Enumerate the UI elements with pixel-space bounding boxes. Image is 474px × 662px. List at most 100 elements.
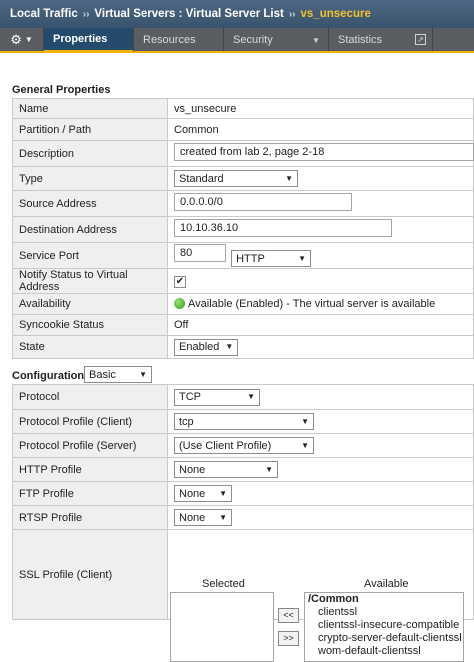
protocol-label: Protocol	[12, 384, 168, 410]
http-profile-value: None	[179, 463, 206, 476]
row-protocol-profile-client: Protocol Profile (Client) tcp ▼	[12, 409, 474, 434]
chevron-down-icon: ▼	[298, 253, 307, 263]
gear-menu-button[interactable]: ⚙ ▼	[0, 28, 44, 51]
chevron-down-icon: ▼	[24, 35, 33, 44]
gear-icon: ⚙	[10, 31, 22, 47]
service-port-select[interactable]: HTTP ▼	[231, 250, 312, 268]
chevron-down-icon: ▼	[219, 512, 227, 522]
state-label: State	[12, 335, 168, 359]
row-http-profile: HTTP Profile None ▼	[12, 457, 474, 482]
external-link-icon: ↗	[415, 34, 426, 45]
configuration-table: Protocol TCP ▼ Protocol Profile (Client) …	[12, 384, 474, 662]
http-profile-label: HTTP Profile	[12, 457, 168, 482]
move-left-button[interactable]: <<	[278, 607, 299, 623]
row-source-address: Source Address 0.0.0.0/0	[12, 190, 474, 217]
row-service-port: Service Port 80 HTTP ▼	[12, 242, 474, 269]
destination-address-input[interactable]: 10.10.36.10	[174, 219, 392, 237]
service-port-select-value: HTTP	[236, 252, 265, 265]
row-name: Name vs_unsecure	[12, 98, 474, 119]
available-status-icon	[174, 298, 185, 309]
state-select[interactable]: Enabled ▼	[174, 338, 238, 356]
row-notify-status: Notify Status to Virtual Address ✔	[12, 268, 474, 294]
tab-resources[interactable]: Resources	[134, 28, 224, 51]
chevron-down-icon: ▼	[301, 440, 309, 450]
breadcrumb-local-traffic[interactable]: Local Traffic	[10, 8, 78, 20]
notify-status-checkbox[interactable]: ✔	[174, 275, 186, 288]
description-label: Description	[12, 140, 168, 167]
row-availability: Availability Available (Enabled) - The v…	[12, 293, 474, 315]
service-port-input[interactable]: 80	[174, 243, 226, 262]
breadcrumb-separator: ››	[82, 8, 90, 20]
rtsp-profile-select[interactable]: None ▼	[174, 509, 232, 526]
notify-status-label: Notify Status to Virtual Address	[12, 268, 168, 294]
rtsp-profile-label: RTSP Profile	[12, 505, 168, 530]
chevron-down-icon: ▼	[285, 173, 293, 183]
name-label: Name	[12, 98, 168, 119]
ftp-profile-value: None	[179, 487, 206, 500]
source-address-input[interactable]: 0.0.0.0/0	[174, 193, 352, 211]
syncookie-label: Syncookie Status	[12, 314, 168, 336]
chevron-down-icon: ▼	[312, 36, 320, 45]
type-select[interactable]: Standard ▼	[174, 170, 298, 187]
breadcrumb-current: vs_unsecure	[300, 8, 371, 20]
breadcrumb: Local Traffic ›› Virtual Servers : Virtu…	[0, 0, 474, 28]
tab-label: Statistics	[338, 33, 383, 46]
type-label: Type	[12, 166, 168, 191]
selected-header: Selected	[202, 577, 245, 590]
available-listbox[interactable]: /Common clientssl clientssl-insecure-com…	[304, 591, 464, 662]
tab-label: Security	[233, 33, 273, 46]
breadcrumb-virtual-server-list[interactable]: Virtual Servers : Virtual Server List	[94, 8, 283, 20]
type-select-value: Standard	[179, 172, 224, 185]
protocol-select-value: TCP	[179, 391, 201, 403]
http-profile-select[interactable]: None ▼	[174, 461, 278, 478]
row-protocol-profile-server: Protocol Profile (Server) (Use Client Pr…	[12, 433, 474, 458]
list-item[interactable]: wom-default-clientssl	[308, 645, 460, 658]
chevron-down-icon: ▼	[265, 464, 273, 474]
availability-value: Available (Enabled) - The virtual server…	[188, 298, 436, 310]
ssl-profile-client-label: SSL Profile (Client)	[12, 529, 168, 620]
chevron-down-icon: ▼	[247, 392, 255, 401]
tab-security[interactable]: Security ▼	[224, 28, 329, 51]
row-ssl-profile-client: SSL Profile (Client) Selected Available …	[12, 529, 474, 662]
row-destination-address: Destination Address 10.10.36.10	[12, 216, 474, 243]
general-properties-title: General Properties	[12, 84, 111, 96]
list-item[interactable]: clientssl-insecure-compatible	[308, 619, 460, 632]
chevron-down-icon: ▼	[139, 369, 147, 379]
row-ftp-profile: FTP Profile None ▼	[12, 481, 474, 506]
configuration-title: Configuration:	[12, 370, 88, 382]
breadcrumb-separator: ››	[288, 8, 296, 20]
tab-properties[interactable]: Properties	[44, 28, 134, 53]
tab-statistics[interactable]: Statistics ↗	[329, 28, 433, 51]
general-properties-table: Name vs_unsecure Partition / Path Common…	[12, 98, 474, 359]
name-value: vs_unsecure	[167, 98, 474, 119]
row-description: Description created from lab 2, page 2-1…	[12, 140, 474, 167]
ftp-profile-select[interactable]: None ▼	[174, 485, 232, 502]
source-address-label: Source Address	[12, 190, 168, 217]
list-item[interactable]: clientssl	[308, 606, 460, 619]
tab-label: Resources	[143, 33, 196, 46]
protocol-profile-client-value: tcp	[179, 415, 194, 428]
list-item[interactable]: crypto-server-default-clientssl	[308, 632, 462, 645]
protocol-profile-client-select[interactable]: tcp ▼	[174, 413, 314, 430]
protocol-profile-client-label: Protocol Profile (Client)	[12, 409, 168, 434]
chevron-down-icon: ▼	[301, 416, 309, 426]
move-right-button[interactable]: >>	[278, 630, 299, 646]
selected-listbox[interactable]	[170, 591, 274, 662]
row-partition: Partition / Path Common	[12, 118, 474, 141]
configuration-mode-select[interactable]: Basic ▼	[84, 366, 152, 383]
partition-label: Partition / Path	[12, 118, 168, 141]
protocol-profile-server-label: Protocol Profile (Server)	[12, 433, 168, 458]
description-input[interactable]: created from lab 2, page 2-18	[174, 143, 474, 161]
row-state: State Enabled ▼	[12, 335, 474, 359]
tab-bar: ⚙ ▼ Properties Resources Security ▼ Statis…	[0, 28, 474, 53]
ftp-profile-label: FTP Profile	[12, 481, 168, 506]
configuration-mode-value: Basic	[89, 368, 116, 381]
protocol-select[interactable]: TCP ▼	[174, 388, 260, 406]
availability-label: Availability	[12, 293, 168, 315]
tab-label: Properties	[53, 33, 108, 45]
protocol-profile-server-select[interactable]: (Use Client Profile) ▼	[174, 437, 314, 454]
list-item[interactable]: /Common	[308, 593, 460, 606]
chevron-down-icon: ▼	[225, 342, 234, 351]
chevron-down-icon: ▼	[219, 488, 227, 498]
protocol-profile-server-value: (Use Client Profile)	[179, 439, 272, 452]
